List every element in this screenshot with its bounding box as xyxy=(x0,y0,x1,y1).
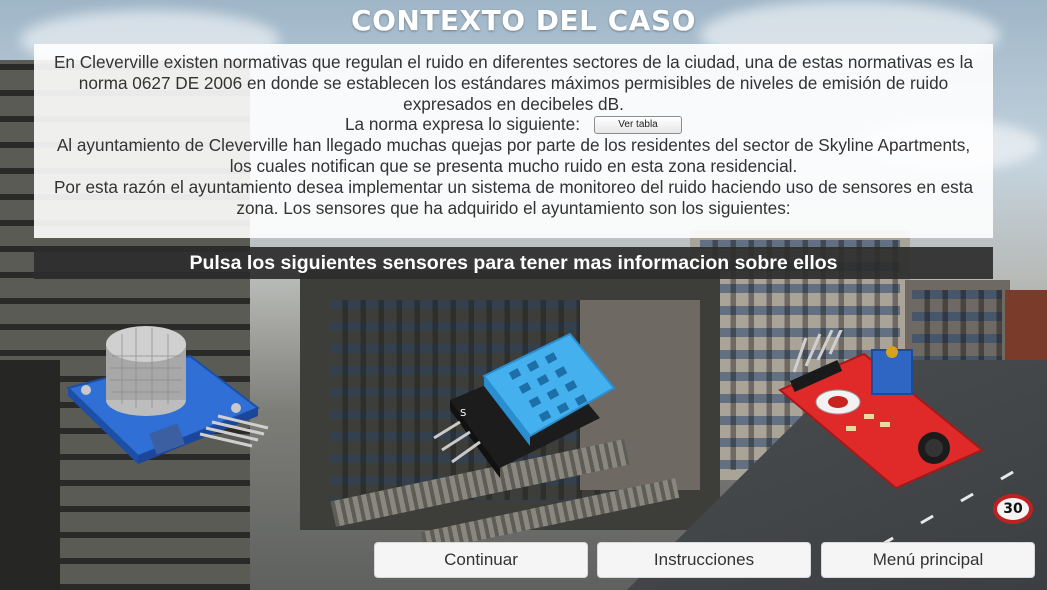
context-paragraph-complaints: Al ayuntamiento de Cleverville han llega… xyxy=(56,135,971,176)
instrucciones-button[interactable]: Instrucciones xyxy=(597,542,811,578)
context-paragraph-norma: En Cleverville existen normativas que re… xyxy=(53,52,974,114)
ver-tabla-button[interactable]: Ver tabla xyxy=(594,115,683,134)
context-paragraph-sensors: Por esta razón el ayuntamiento desea imp… xyxy=(53,176,974,218)
sound-sensor[interactable] xyxy=(776,327,986,490)
gas-sensor[interactable] xyxy=(60,316,270,476)
continuar-button[interactable]: Continuar xyxy=(374,542,588,578)
temperature-humidity-sensor[interactable]: S xyxy=(430,318,630,488)
temperature-humidity-sensor-icon: S xyxy=(433,332,616,478)
speed-limit-sign: 30 xyxy=(993,494,1033,524)
menu-principal-button[interactable]: Menú principal xyxy=(821,542,1035,578)
sensor-prompt-bar: Pulsa los siguientes sensores para tener… xyxy=(34,247,993,279)
page-title: CONTEXTO DEL CASO xyxy=(351,4,696,37)
sound-sensor-icon xyxy=(778,327,984,490)
gas-sensor-icon xyxy=(66,326,269,464)
svg-text:S: S xyxy=(460,408,466,419)
norma-line: La norma expresa lo siguiente: Ver tabla xyxy=(48,114,979,135)
norma-label: La norma expresa lo siguiente: xyxy=(344,114,581,135)
context-panel: En Cleverville existen normativas que re… xyxy=(34,44,993,238)
